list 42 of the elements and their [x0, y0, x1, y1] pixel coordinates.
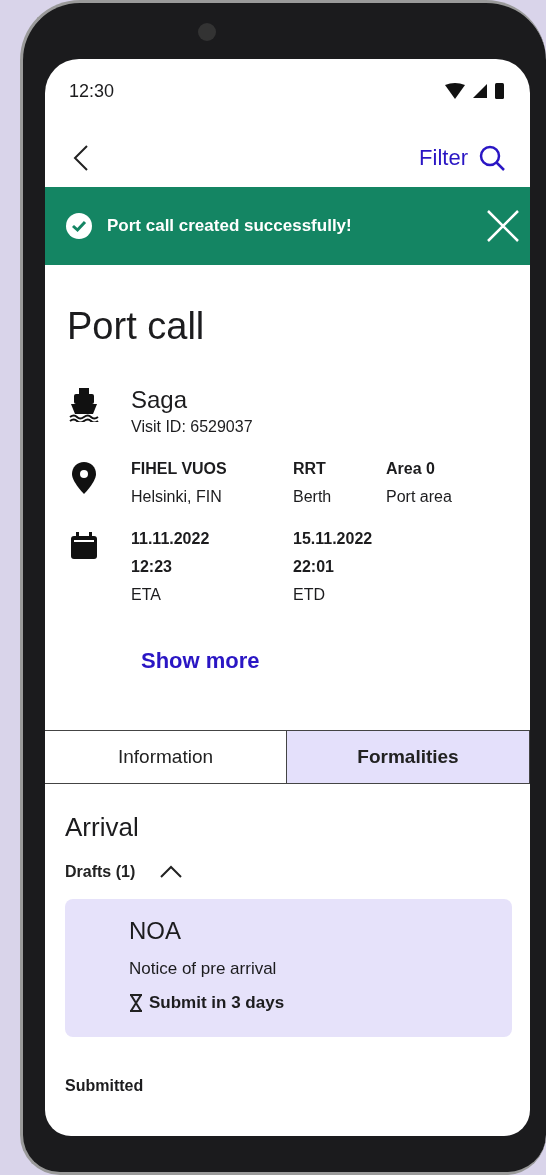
signal-icon — [473, 84, 487, 98]
search-icon — [478, 144, 506, 172]
close-icon — [486, 209, 520, 243]
location-code: RRT — [293, 460, 327, 478]
filter-button[interactable]: Filter — [419, 144, 506, 172]
draft-card[interactable]: NOA Notice of pre arrival Submit in 3 days — [65, 899, 512, 1037]
form-code: NOA — [129, 917, 182, 945]
check-circle-icon — [65, 212, 93, 240]
location-pin-icon — [72, 462, 96, 494]
drafts-toggle[interactable]: Drafts (1) — [65, 863, 184, 881]
date-label: ETD — [293, 586, 326, 604]
camera-dot — [198, 23, 216, 41]
page-title: Port call — [67, 305, 206, 348]
due-text: Submit in 3 days — [129, 993, 448, 1013]
date: 11.11.2022 — [131, 530, 211, 548]
banner-message: Port call created successfully! — [107, 216, 353, 236]
ship-name: Saga — [131, 386, 189, 414]
show-more-link[interactable]: Show more — [141, 648, 260, 674]
location-name: Port area — [386, 488, 453, 506]
calendar-icon — [70, 532, 98, 560]
location-code: FIHEL VUOS — [131, 460, 228, 478]
tab[interactable]: Formalities — [286, 730, 530, 784]
hourglass-icon — [129, 994, 143, 1012]
location-code: Area 0 — [386, 460, 436, 478]
tab[interactable]: Information — [45, 730, 288, 784]
time: 12:23 — [131, 558, 173, 576]
wifi-icon — [445, 83, 465, 99]
location-name: Helsinki, FIN — [131, 488, 223, 506]
time: 22:01 — [293, 558, 335, 576]
section-title: Arrival — [65, 812, 140, 843]
location-name: Berth — [293, 488, 333, 506]
submitted-heading: Submitted — [65, 1077, 145, 1095]
date: 15.11.2022 — [293, 530, 374, 548]
close-button[interactable] — [486, 209, 520, 243]
date-label: ETA — [131, 586, 162, 604]
ship-icon — [69, 388, 99, 422]
visit-id: Visit ID: 6529037 — [131, 418, 254, 436]
battery-icon — [495, 83, 504, 99]
back-button[interactable] — [73, 144, 89, 172]
form-title: Notice of pre arrival — [129, 959, 278, 979]
status-time: 12:30 — [69, 80, 115, 102]
back-chevron-icon — [73, 144, 89, 172]
